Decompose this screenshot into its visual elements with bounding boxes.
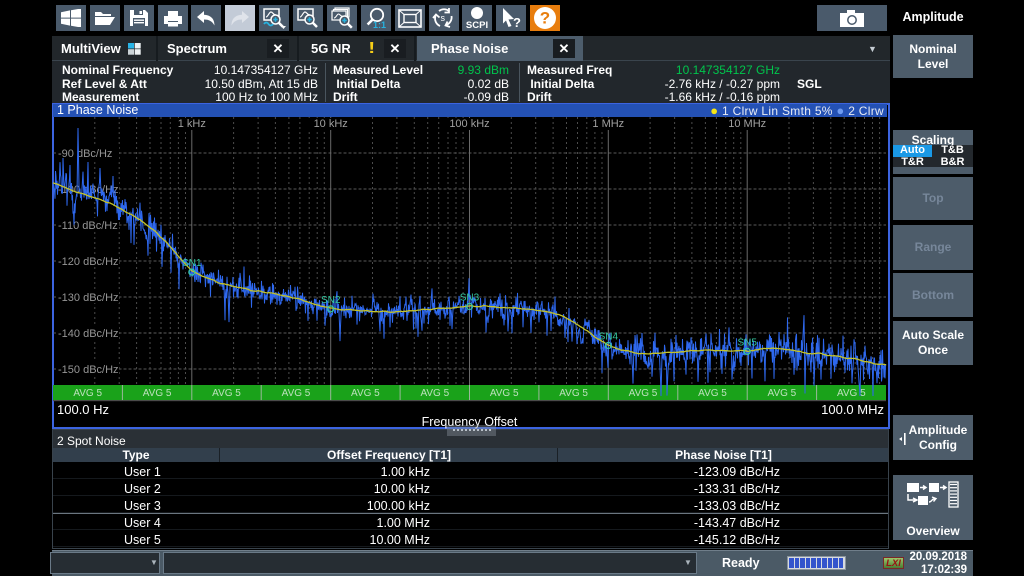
svg-text:-130 dBc/Hz: -130 dBc/Hz (58, 292, 119, 304)
svg-text:10 kHz: 10 kHz (314, 118, 348, 130)
svg-text:AVG 5: AVG 5 (629, 388, 658, 399)
svg-text:SN1: SN1 (182, 258, 202, 269)
svg-text:AVG 5: AVG 5 (768, 388, 797, 399)
svg-text:AVG 5: AVG 5 (73, 388, 102, 399)
svg-text:AVG 5: AVG 5 (837, 388, 866, 399)
svg-text:-120 dBc/Hz: -120 dBc/Hz (58, 256, 119, 268)
svg-text:AVG 5: AVG 5 (143, 388, 172, 399)
svg-text:-140 dBc/Hz: -140 dBc/Hz (58, 328, 119, 340)
svg-text:-110 dBc/Hz: -110 dBc/Hz (58, 220, 118, 232)
svg-text:AVG 5: AVG 5 (282, 388, 311, 399)
svg-text:SN4: SN4 (599, 332, 619, 343)
svg-text:AVG 5: AVG 5 (559, 388, 588, 399)
svg-text:SN5: SN5 (737, 337, 757, 348)
svg-text:AVG 5: AVG 5 (212, 388, 241, 399)
svg-text:SN3: SN3 (460, 293, 480, 304)
svg-text:AVG 5: AVG 5 (351, 388, 380, 399)
svg-text:-150 dBc/Hz: -150 dBc/Hz (58, 364, 119, 376)
svg-text:1 kHz: 1 kHz (178, 118, 206, 130)
svg-text:-90 dBc/Hz: -90 dBc/Hz (58, 148, 112, 160)
svg-text:1 MHz: 1 MHz (592, 118, 624, 130)
svg-text:AVG 5: AVG 5 (490, 388, 519, 399)
svg-text:100 kHz: 100 kHz (449, 118, 489, 130)
svg-text:AVG 5: AVG 5 (698, 388, 727, 399)
svg-text:AVG 5: AVG 5 (420, 388, 449, 399)
svg-text:SN2: SN2 (321, 295, 341, 306)
svg-text:10 MHz: 10 MHz (728, 118, 766, 130)
